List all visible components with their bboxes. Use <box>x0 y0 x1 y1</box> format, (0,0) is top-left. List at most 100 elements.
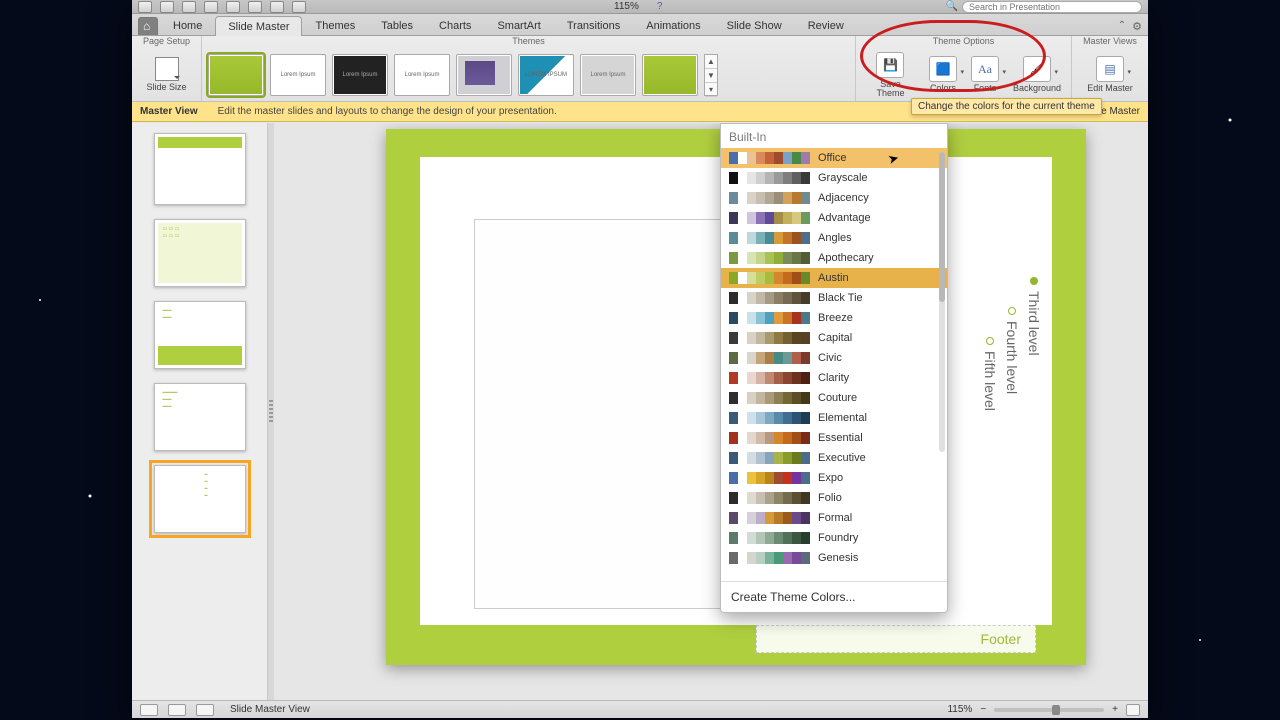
zoom-in-button[interactable]: + <box>1112 704 1118 715</box>
create-theme-colors-item[interactable]: Create Theme Colors... <box>721 581 947 612</box>
theme-gallery-item[interactable] <box>456 54 512 96</box>
colors-dropdown[interactable]: Built-In OfficeGrayscaleAdjacency Advanta… <box>720 123 948 613</box>
color-scheme-item[interactable]: Foundry <box>721 528 947 548</box>
color-scheme-item[interactable]: Clarity <box>721 368 947 388</box>
tab-home-icon[interactable] <box>138 17 158 35</box>
save-theme-button[interactable]: 💾 Save Theme <box>862 52 919 98</box>
status-zoom-value[interactable]: 115% <box>947 704 972 715</box>
theme-gallery-item[interactable]: Lorem Ipsum <box>394 54 450 96</box>
color-swatches <box>729 552 810 564</box>
color-scheme-item[interactable]: Austin <box>721 268 947 288</box>
master-thumbnail-panel[interactable]: ▭ ▭ ▭▭ ▭ ▭ ━━━━━━ ━━━━━━━━━━━ ━━━━ <box>132 123 268 700</box>
tab-slide-master[interactable]: Slide Master <box>215 16 302 36</box>
quick-access-toolbar: 115% ? 🔍 <box>132 0 1148 14</box>
canvas-area[interactable]: ‹#› Fifth level Fourth level Third level… <box>274 123 1148 700</box>
color-scheme-item[interactable]: Essential <box>721 428 947 448</box>
qat-undo-icon[interactable] <box>248 1 262 13</box>
fonts-button[interactable]: Aa▾ Fonts <box>967 56 1003 93</box>
background-button[interactable]: 🖌▾ Background <box>1009 56 1065 93</box>
color-scheme-item[interactable]: Apothecary <box>721 248 947 268</box>
help-icon[interactable]: ? <box>657 1 663 12</box>
color-scheme-item[interactable]: Angles <box>721 228 947 248</box>
qat-redo-icon[interactable] <box>270 1 284 13</box>
color-scheme-name: Expo <box>818 472 843 484</box>
colors-button[interactable]: 🟦▾ Colors <box>925 56 961 93</box>
theme-gallery-item[interactable]: LOREM IPSUM <box>518 54 574 96</box>
layout-thumbnail[interactable]: ▭ ▭ ▭▭ ▭ ▭ <box>154 219 246 287</box>
color-swatches <box>729 292 810 304</box>
group-page-setup-title: Page Setup <box>138 36 195 48</box>
color-swatches <box>729 452 810 464</box>
color-scheme-item[interactable]: Capital <box>721 328 947 348</box>
layout-thumbnail[interactable]: ━━━━━━━━━━━ <box>154 383 246 451</box>
search-icon: 🔍 <box>946 1 958 12</box>
tab-transitions[interactable]: Transitions <box>554 15 633 35</box>
color-scheme-item[interactable]: Folio <box>721 488 947 508</box>
qat-format-icon[interactable] <box>292 1 306 13</box>
tab-charts[interactable]: Charts <box>426 15 484 35</box>
zoom-slider[interactable] <box>994 708 1104 712</box>
qat-zoom-value[interactable]: 115% <box>614 1 639 12</box>
footer-placeholder[interactable]: Footer <box>756 625 1036 653</box>
gear-icon[interactable]: ⚙ <box>1132 20 1142 33</box>
colors-dropdown-header: Built-In <box>721 124 947 148</box>
color-scheme-item[interactable]: Advantage <box>721 208 947 228</box>
theme-gallery-item[interactable]: Lorem Ipsum <box>332 54 388 96</box>
color-scheme-item[interactable]: Adjacency <box>721 188 947 208</box>
colors-dropdown-list[interactable]: OfficeGrayscaleAdjacency Advantage Angles A… <box>721 148 947 581</box>
tab-smartart[interactable]: SmartArt <box>484 15 553 35</box>
theme-gallery-item[interactable] <box>208 54 264 96</box>
color-scheme-name: Breeze <box>818 312 853 324</box>
color-scheme-item[interactable]: Expo <box>721 468 947 488</box>
color-scheme-name: Advantage <box>818 212 871 224</box>
color-swatches <box>729 232 810 244</box>
color-scheme-item[interactable]: Breeze <box>721 308 947 328</box>
layout-thumbnail[interactable]: ━━━━ <box>154 465 246 533</box>
edit-master-button[interactable]: ▤▾ Edit Master <box>1083 56 1137 93</box>
theme-gallery-item[interactable] <box>642 54 698 96</box>
text-levels[interactable]: Fifth level Fourth level Third level <box>982 277 1042 411</box>
color-scheme-item[interactable]: Black Tie <box>721 288 947 308</box>
color-scheme-item[interactable]: Genesis <box>721 548 947 568</box>
tab-home[interactable]: Home <box>160 15 215 35</box>
tab-slide-show[interactable]: Slide Show <box>714 15 795 35</box>
background-icon: 🖌▾ <box>1023 56 1051 82</box>
layout-thumbnail[interactable]: ━━━━━━ <box>154 301 246 369</box>
normal-view-button[interactable] <box>140 704 158 716</box>
qat-save-icon[interactable] <box>204 1 218 13</box>
color-swatches <box>729 352 810 364</box>
colors-icon: 🟦▾ <box>929 56 957 82</box>
color-scheme-item[interactable]: Formal <box>721 508 947 528</box>
color-scheme-item[interactable]: Civic <box>721 348 947 368</box>
qat-home-icon[interactable] <box>138 1 152 13</box>
collapse-ribbon-icon[interactable]: ⌃ <box>1118 20 1126 33</box>
qat-open-icon[interactable] <box>182 1 196 13</box>
theme-gallery-item[interactable]: Lorem Ipsum <box>580 54 636 96</box>
search-input[interactable] <box>962 1 1142 13</box>
fit-to-window-button[interactable] <box>1126 704 1140 716</box>
tab-animations[interactable]: Animations <box>633 15 713 35</box>
tab-themes[interactable]: Themes <box>302 15 368 35</box>
slideshow-view-button[interactable] <box>196 704 214 716</box>
theme-gallery-nav[interactable]: ▲▼▾ <box>704 54 718 96</box>
color-scheme-name: Couture <box>818 392 857 404</box>
status-view-label: Slide Master View <box>230 704 310 715</box>
dropdown-scrollbar-thumb[interactable] <box>939 152 945 302</box>
color-scheme-name: Angles <box>818 232 852 244</box>
slide-size-button[interactable]: Slide Size <box>142 57 192 92</box>
zoom-out-button[interactable]: − <box>980 704 986 715</box>
master-thumbnail[interactable] <box>154 133 246 205</box>
theme-gallery-item[interactable]: Lorem Ipsum <box>270 54 326 96</box>
qat-print-icon[interactable] <box>226 1 240 13</box>
color-scheme-item[interactable]: Elemental <box>721 408 947 428</box>
qat-new-icon[interactable] <box>160 1 174 13</box>
color-scheme-item[interactable]: Grayscale <box>721 168 947 188</box>
color-scheme-item[interactable]: Office <box>721 148 947 168</box>
color-scheme-name: Folio <box>818 492 842 504</box>
tab-review[interactable]: Review <box>795 15 857 35</box>
color-scheme-item[interactable]: Executive <box>721 448 947 468</box>
color-scheme-item[interactable]: Couture <box>721 388 947 408</box>
sorter-view-button[interactable] <box>168 704 186 716</box>
ribbon: Page Setup Slide Size Themes Lorem Ipsum… <box>132 36 1148 102</box>
tab-tables[interactable]: Tables <box>368 15 426 35</box>
